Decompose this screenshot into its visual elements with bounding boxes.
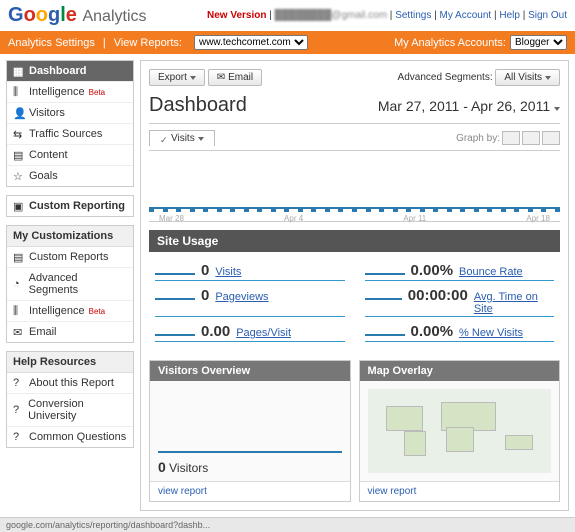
segments-dropdown[interactable]: All Visits <box>495 69 560 86</box>
sidebar: ▦ Dashboard ⫼ Intelligence Beta 👤 Visito… <box>6 60 134 511</box>
intelligence-link[interactable]: ⫼ Intelligence Beta <box>7 301 133 322</box>
email-button[interactable]: ✉ Email <box>208 69 262 86</box>
usage-bounce: 0.00% Bounce Rate <box>365 262 555 281</box>
custom-reporting-box: ▣ Custom Reporting <box>6 195 134 217</box>
sign-out-link[interactable]: Sign Out <box>528 10 567 21</box>
chevron-down-icon <box>190 76 196 80</box>
graph-by-month[interactable] <box>542 131 560 145</box>
usage-pageviews: 0 Pageviews <box>155 287 345 317</box>
usage-pages-visit: 0.00 Pages/Visit <box>155 323 345 342</box>
vo-view-report[interactable]: view report <box>158 486 207 497</box>
help-icon: ? <box>13 431 25 443</box>
graph-by-day[interactable] <box>502 131 520 145</box>
my-customizations-box: My Customizations ▤ Custom Reports ◔ Adv… <box>6 225 134 343</box>
my-customizations-title: My Customizations <box>7 226 133 247</box>
help-resources-box: Help Resources ? About this Report ? Con… <box>6 351 134 448</box>
custom-report-icon: ▣ <box>13 200 25 212</box>
top-links: New Version | ████████@gmail.com | Setti… <box>207 10 567 21</box>
bounce-link[interactable]: Bounce Rate <box>459 266 523 278</box>
email-link[interactable]: ✉ Email <box>7 322 133 342</box>
export-button[interactable]: Export <box>149 69 205 86</box>
map-view-report[interactable]: view report <box>368 486 417 497</box>
map-overlay-widget: Map Overlay view report <box>359 360 561 502</box>
sparkline <box>365 326 405 336</box>
visitors-overview-widget: Visitors Overview 0 Visitors view report <box>149 360 351 502</box>
dashboard-icon: ▦ <box>13 65 25 77</box>
visitors-icon: 👤 <box>13 107 25 119</box>
page-title: Dashboard <box>149 94 247 117</box>
site-usage-header: Site Usage <box>149 230 560 252</box>
view-reports-label: View Reports: <box>114 37 182 49</box>
segments-icon: ◔ <box>13 278 25 290</box>
custom-reporting-link[interactable]: ▣ Custom Reporting <box>7 196 133 216</box>
pagesvisit-link[interactable]: Pages/Visit <box>236 327 291 339</box>
check-icon <box>160 135 168 143</box>
orange-toolbar: Analytics Settings | View Reports: www.t… <box>0 31 575 54</box>
avgtime-link[interactable]: Avg. Time on Site <box>474 291 554 315</box>
world-map <box>360 381 560 481</box>
sparkline <box>155 290 195 300</box>
intelligence-icon: ⫼ <box>13 86 25 98</box>
common-questions-link[interactable]: ? Common Questions <box>7 427 133 447</box>
account-select[interactable]: Blogger <box>510 35 567 50</box>
usage-avgtime: 00:00:00 Avg. Time on Site <box>365 287 555 317</box>
usage-visits: 0 Visits <box>155 262 345 281</box>
site-usage-grid: 0 Visits 0.00% Bounce Rate 0 Pageviews 0… <box>149 252 560 352</box>
conversion-university-link[interactable]: ? Conversion University <box>7 394 133 427</box>
chevron-down-icon <box>198 137 204 141</box>
sidebar-item-traffic[interactable]: ⇆ Traffic Sources <box>7 124 133 145</box>
advanced-segments-label: Advanced Segments: <box>398 72 493 83</box>
goals-icon: ☆ <box>13 170 25 182</box>
email-icon: ✉ <box>13 326 25 338</box>
graph-by-week[interactable] <box>522 131 540 145</box>
settings-link[interactable]: Settings <box>395 10 431 21</box>
sidebar-item-dashboard[interactable]: ▦ Dashboard <box>7 61 133 82</box>
custom-reports-link[interactable]: ▤ Custom Reports <box>7 247 133 268</box>
analytics-settings-link[interactable]: Analytics Settings <box>8 37 95 49</box>
report-icon: ▤ <box>13 251 25 263</box>
usage-newvisits: 0.00% % New Visits <box>365 323 555 342</box>
content-icon: ▤ <box>13 149 25 161</box>
status-bar: google.com/analytics/reporting/dashboard… <box>0 517 575 532</box>
help-link[interactable]: Help <box>499 10 520 21</box>
chevron-down-icon <box>545 76 551 80</box>
sparkline <box>365 290 402 300</box>
sidebar-item-visitors[interactable]: 👤 Visitors <box>7 103 133 124</box>
email-icon: ✉ <box>217 72 225 83</box>
user-email: ████████@gmail.com <box>275 10 387 21</box>
top-header: Google Analytics New Version | ████████@… <box>0 0 575 31</box>
pageviews-link[interactable]: Pageviews <box>215 291 268 303</box>
help-title: Help Resources <box>7 352 133 373</box>
sparkline <box>155 326 195 336</box>
sparkline <box>365 265 405 275</box>
traffic-icon: ⇆ <box>13 128 25 140</box>
help-icon: ? <box>13 377 25 389</box>
newvisits-link[interactable]: % New Visits <box>459 327 523 339</box>
about-report-link[interactable]: ? About this Report <box>7 373 133 394</box>
visits-chart: Mar 28 Apr 4 Apr 11 Apr 18 <box>149 150 560 222</box>
sidebar-item-goals[interactable]: ☆ Goals <box>7 166 133 186</box>
chevron-down-icon <box>554 107 560 111</box>
content-area: Export ✉ Email Advanced Segments: All Vi… <box>140 60 569 511</box>
sidebar-item-intelligence[interactable]: ⫼ Intelligence Beta <box>7 82 133 103</box>
site-select[interactable]: www.techcomet.com <box>194 35 308 50</box>
nav-box: ▦ Dashboard ⫼ Intelligence Beta 👤 Visito… <box>6 60 134 187</box>
sparkline <box>155 265 195 275</box>
visits-link[interactable]: Visits <box>215 266 241 278</box>
google-analytics-logo: Google Analytics <box>8 4 147 27</box>
new-version-link[interactable]: New Version <box>207 10 266 21</box>
my-account-link[interactable]: My Account <box>439 10 491 21</box>
visits-tab[interactable]: Visits <box>149 130 215 146</box>
sidebar-item-content[interactable]: ▤ Content <box>7 145 133 166</box>
date-range-picker[interactable]: Mar 27, 2011 - Apr 26, 2011 <box>378 98 560 114</box>
vo-chart: 0 Visitors <box>150 381 350 481</box>
advanced-segments-link[interactable]: ◔ Advanced Segments <box>7 268 133 301</box>
vo-header: Visitors Overview <box>150 361 350 381</box>
my-accounts-label: My Analytics Accounts: <box>394 37 506 49</box>
help-icon: ? <box>13 404 24 416</box>
map-header: Map Overlay <box>360 361 560 381</box>
graph-by-label: Graph by: <box>456 133 500 144</box>
intelligence-icon: ⫼ <box>13 305 25 317</box>
